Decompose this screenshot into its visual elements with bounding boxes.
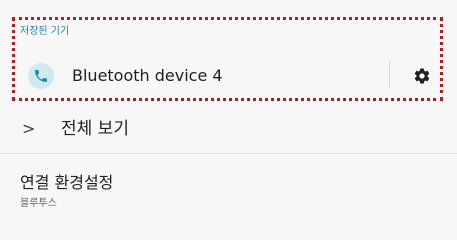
device-settings-button[interactable] [409,63,435,89]
phone-icon [28,63,54,89]
view-all-row[interactable]: > 전체 보기 [0,106,457,152]
connection-preferences-subtitle: 블루투스 [20,198,57,209]
divider [389,61,390,89]
gear-icon [414,68,430,84]
view-all-label: 전체 보기 [61,119,129,139]
connection-preferences-title: 연결 환경설정 [20,173,114,192]
bluetooth-settings-screen: 저장된 기기 Bluetooth device 4 > 전체 보기 연결 환경설… [0,0,457,240]
connection-preferences-row[interactable]: 연결 환경설정 블루투스 [0,160,457,220]
saved-devices-header: 저장된 기기 [20,26,70,37]
chevron-right-icon: > [22,119,36,138]
saved-devices-section: 저장된 기기 Bluetooth device 4 [12,17,443,101]
row-divider [0,153,457,154]
saved-device-row[interactable]: Bluetooth device 4 [15,53,440,98]
device-name: Bluetooth device 4 [72,66,223,85]
